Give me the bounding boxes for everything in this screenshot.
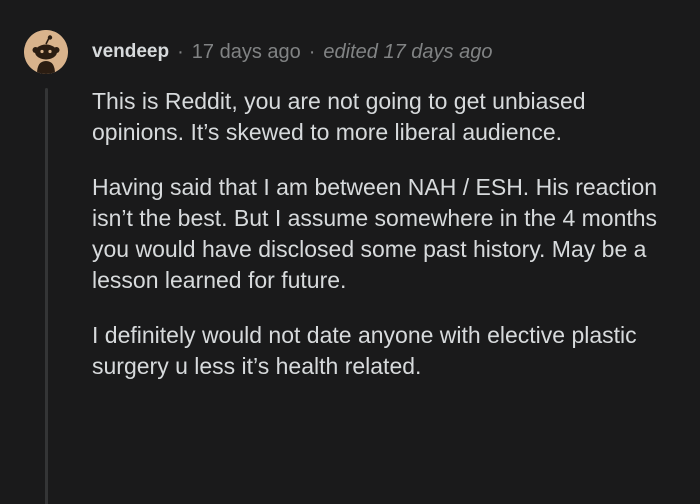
avatar[interactable]: [24, 30, 68, 74]
comment-paragraph: Having said that I am between NAH / ESH.…: [92, 174, 658, 293]
thread-collapse-line[interactable]: [45, 88, 48, 504]
meta-separator: ·: [177, 40, 184, 63]
comment-paragraph: This is Reddit, you are not going to get…: [92, 88, 586, 145]
comment-meta: vendeep · 17 days ago · edited 17 days a…: [92, 38, 492, 66]
comment-body: This is Reddit, you are not going to get…: [92, 86, 682, 406]
meta-separator: ·: [308, 40, 316, 63]
edited-label: edited 17 days ago: [323, 40, 493, 63]
comment: vendeep · 17 days ago · edited 17 days a…: [0, 0, 700, 504]
username-link[interactable]: vendeep: [92, 41, 169, 63]
comment-timestamp[interactable]: 17 days ago: [192, 41, 301, 64]
reddit-snoo-avatar-icon: [24, 30, 68, 74]
comment-paragraph: I definitely would not date anyone with …: [92, 322, 637, 379]
